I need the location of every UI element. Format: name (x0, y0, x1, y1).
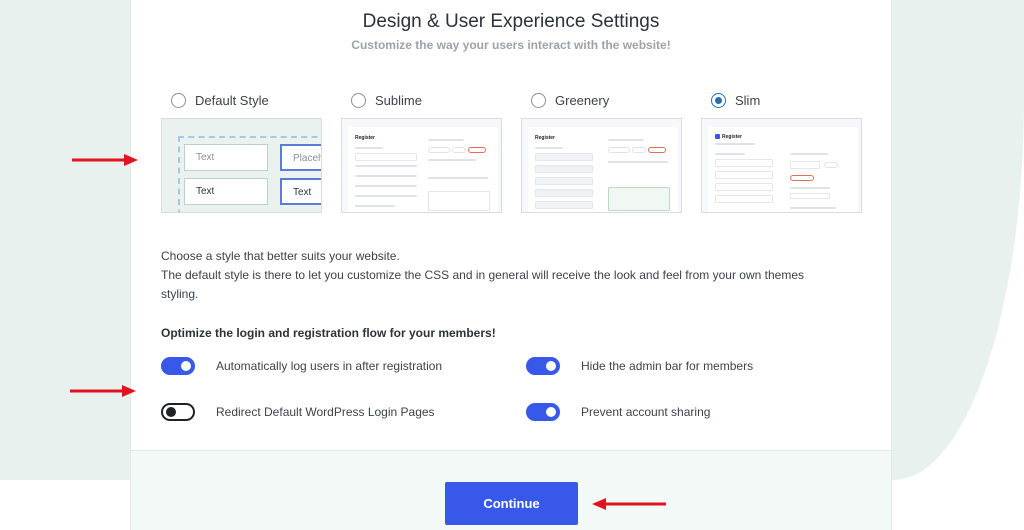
preview-form-title: Register (535, 135, 556, 141)
style-label-slim: Slim (735, 92, 761, 108)
toggle-label: Automatically log users in after registr… (216, 359, 443, 373)
toggle-row-redirect-login[interactable]: Redirect Default WordPress Login Pages (161, 402, 435, 422)
style-preview-default[interactable]: Text Placeholder Text Text (161, 118, 322, 213)
style-description: Choose a style that better suits your we… (161, 247, 831, 304)
style-radio-row-default[interactable]: Default Style (171, 90, 323, 110)
style-radio-sublime[interactable] (351, 92, 366, 108)
style-radio-greenery[interactable] (531, 92, 546, 108)
page-title: Design & User Experience Settings (362, 11, 660, 32)
hide-admin-bar-toggle[interactable] (526, 357, 560, 375)
page-subtitle: Customize the way your users interact wi… (351, 38, 671, 52)
toggle-label: Hide the admin bar for members (581, 359, 754, 373)
preview-field: Text (280, 178, 321, 205)
toggle-row-hide-admin-bar[interactable]: Hide the admin bar for members (526, 356, 753, 376)
toggle-row-auto-login[interactable]: Automatically log users in after registr… (161, 356, 442, 376)
style-preview-slim[interactable]: Register (701, 118, 862, 213)
preview-field: Placeholder (280, 144, 321, 171)
style-option-greenery[interactable]: Greenery Register (521, 90, 683, 213)
auto-login-toggle[interactable] (161, 357, 195, 375)
preview-form-card: Register (528, 127, 678, 212)
prevent-sharing-toggle[interactable] (526, 403, 560, 421)
annotation-arrow-icon (72, 154, 138, 166)
style-option-sublime[interactable]: Sublime Register (341, 90, 503, 213)
style-description-line: Choose a style that better suits your we… (161, 249, 400, 263)
preview-logo-icon (715, 134, 720, 139)
toggle-label: Prevent account sharing (581, 405, 711, 419)
style-radio-row-sublime[interactable]: Sublime (351, 90, 503, 110)
background-left-panel (0, 0, 140, 480)
preview-field: Text (184, 144, 268, 171)
preview-form-card: Register (708, 127, 858, 212)
style-radio-row-greenery[interactable]: Greenery (531, 90, 683, 110)
settings-card: Design & User Experience Settings Custom… (130, 0, 892, 530)
style-radio-slim[interactable] (711, 92, 726, 108)
preview-form-card: Register (348, 127, 498, 212)
style-preview-greenery[interactable]: Register (521, 118, 682, 213)
style-label-greenery: Greenery (555, 92, 610, 108)
preview-form-title: Register (722, 134, 743, 140)
style-option-default[interactable]: Default Style Text Placeholder Text Text (161, 90, 323, 213)
annotation-arrow-icon (70, 385, 136, 397)
continue-button[interactable]: Continue (445, 482, 578, 525)
preview-form-title: Register (355, 135, 376, 141)
preview-field: Text (184, 178, 268, 205)
annotation-arrow-icon (592, 498, 666, 510)
style-description-line: The default style is there to let you cu… (161, 268, 804, 301)
background-right-panel (874, 0, 1024, 480)
style-radio-row-slim[interactable]: Slim (711, 90, 863, 110)
style-option-slim[interactable]: Slim Register (701, 90, 863, 213)
style-label-sublime: Sublime (375, 92, 422, 108)
style-label-default: Default Style (195, 92, 269, 108)
style-preview-sublime[interactable]: Register (341, 118, 502, 213)
toggle-row-prevent-sharing[interactable]: Prevent account sharing (526, 402, 710, 422)
toggle-label: Redirect Default WordPress Login Pages (216, 405, 435, 419)
style-radio-default[interactable] (171, 92, 186, 108)
redirect-login-toggle[interactable] (161, 403, 195, 421)
flow-section-heading: Optimize the login and registration flow… (161, 326, 496, 340)
